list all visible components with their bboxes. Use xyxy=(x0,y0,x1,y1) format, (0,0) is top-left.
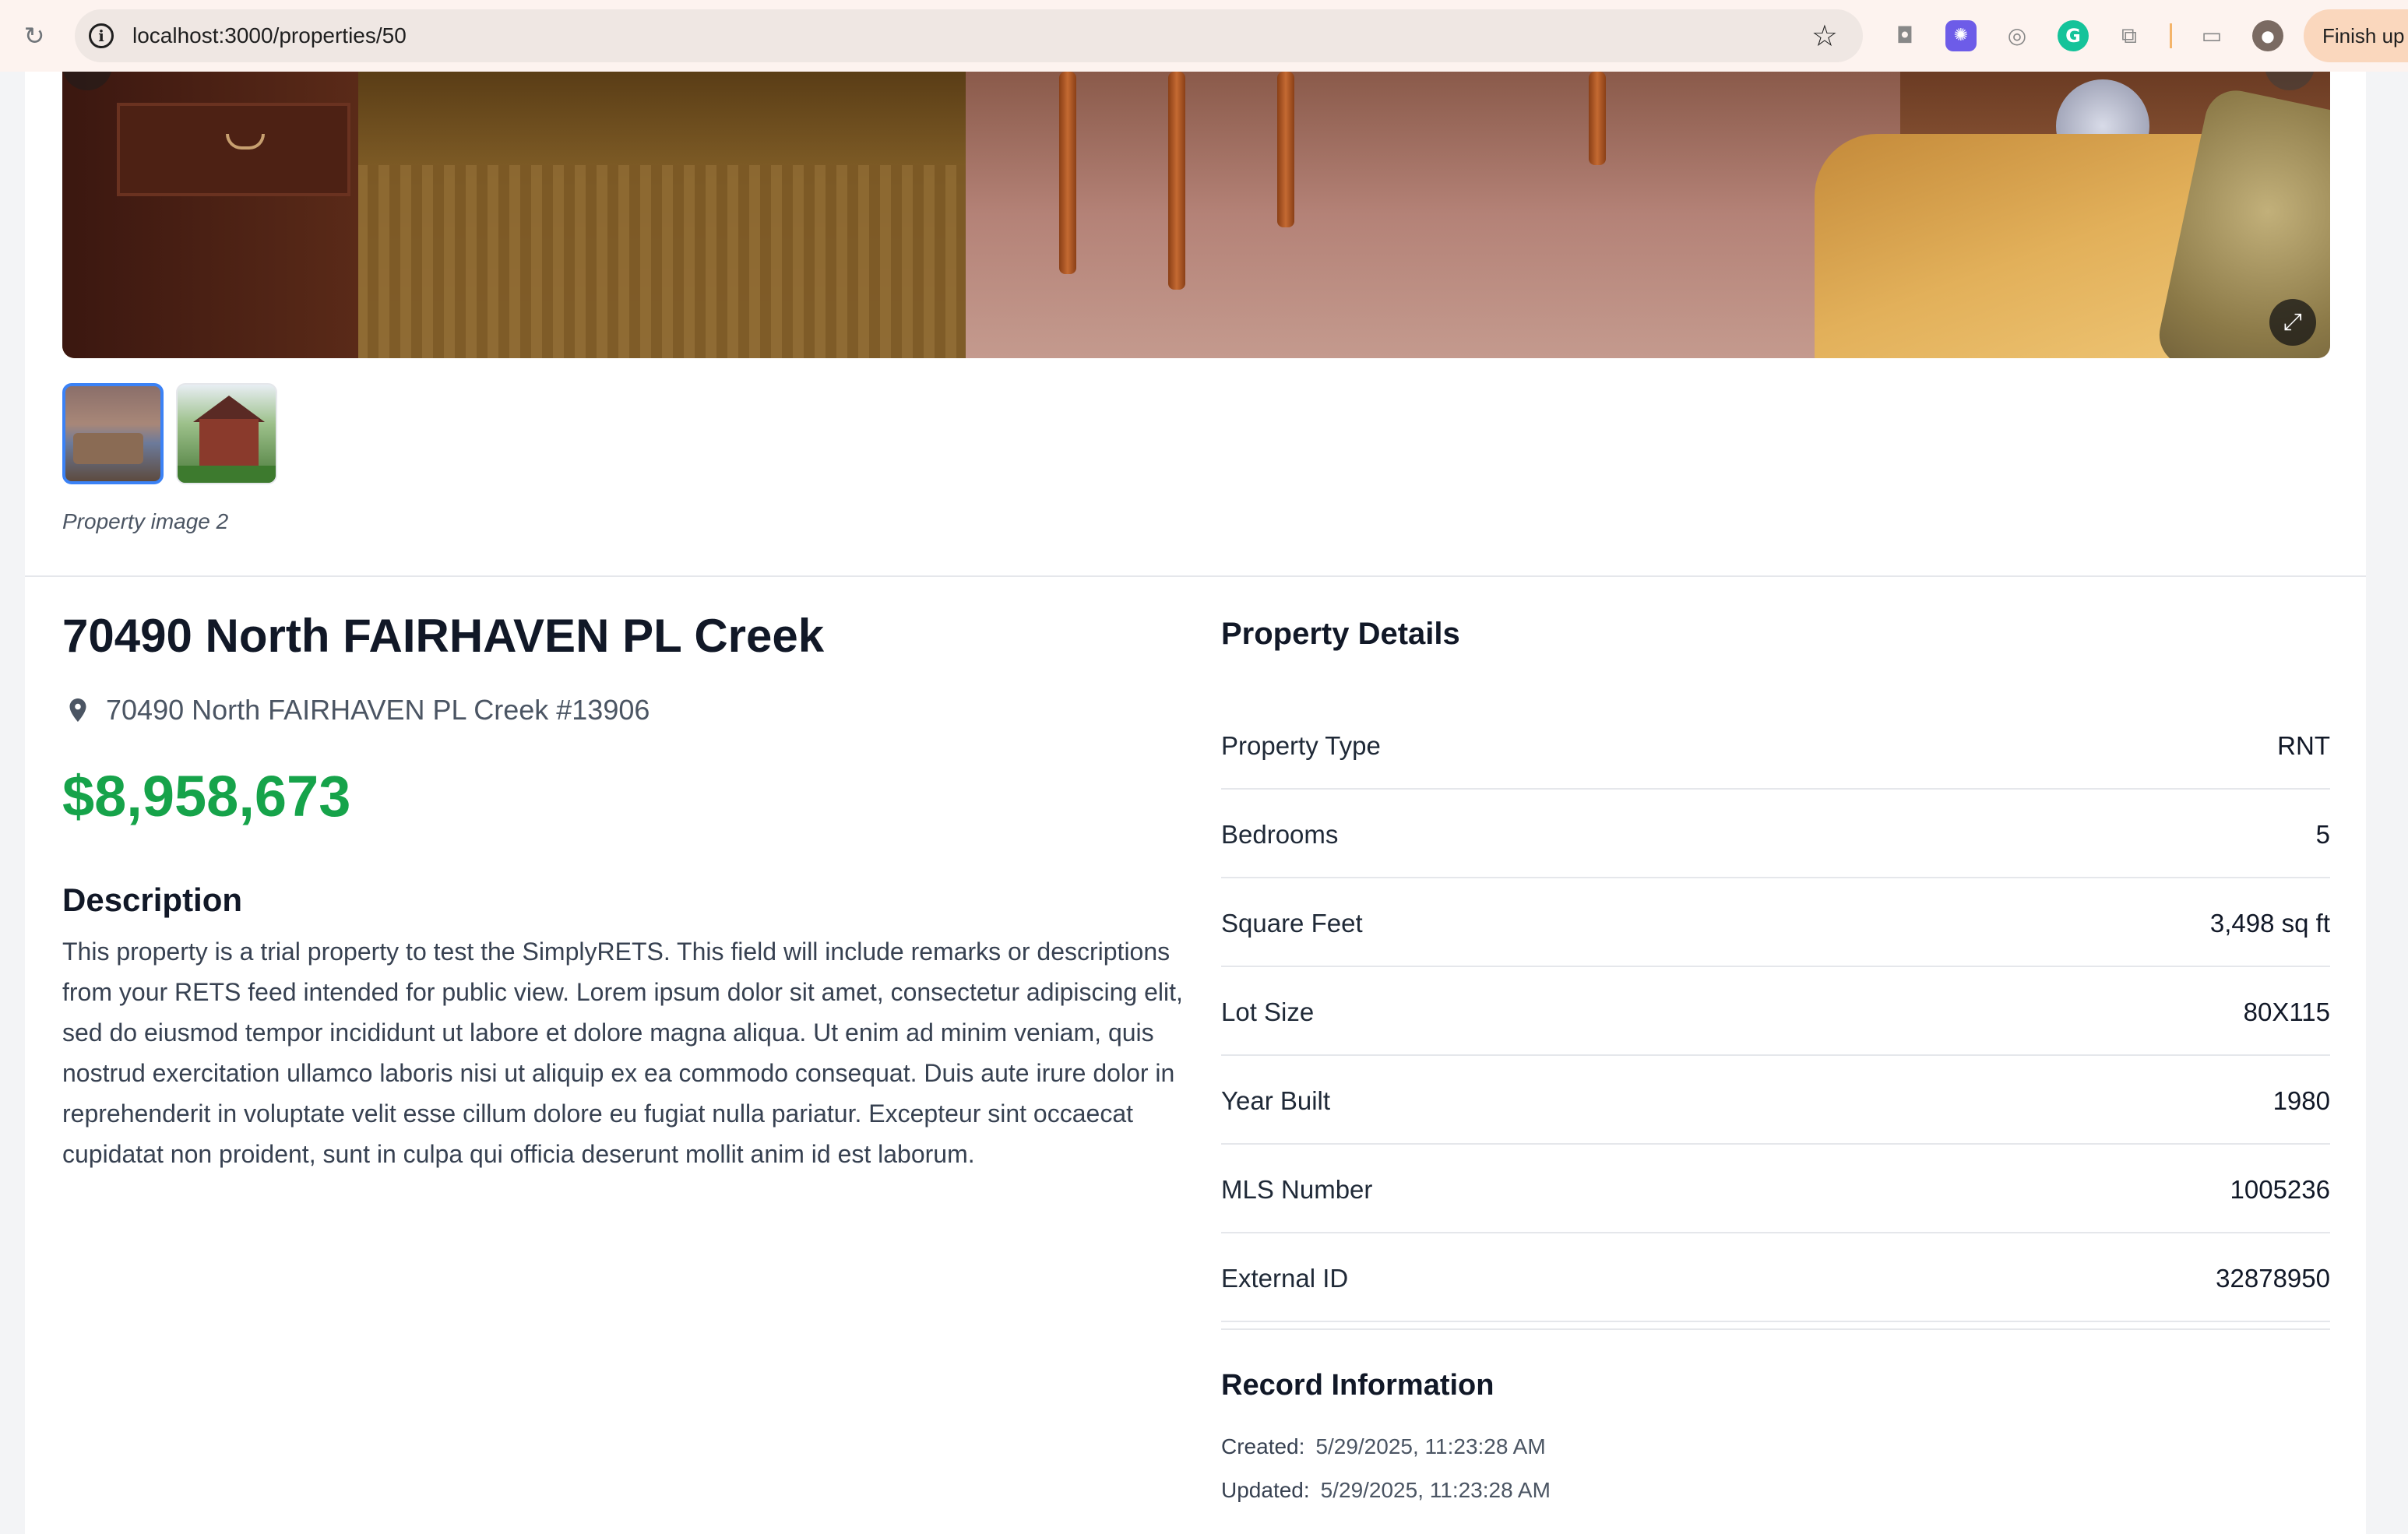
record-divider xyxy=(1221,1328,2330,1330)
section-divider xyxy=(25,575,2366,577)
property-title: 70490 North FAIRHAVEN PL Creek xyxy=(62,610,825,662)
updated-value: 5/29/2025, 11:23:28 AM xyxy=(1320,1478,1551,1502)
purple-extension-icon[interactable]: ✺ xyxy=(1945,20,1977,51)
thumbnail-2-house xyxy=(199,419,259,466)
record-information-heading: Record Information xyxy=(1221,1369,1494,1402)
cast-icon[interactable]: ▭ xyxy=(2196,20,2227,51)
detail-row-mls-number: MLS Number 1005236 xyxy=(1221,1146,2330,1233)
password-extension-icon[interactable]: ◎ xyxy=(2001,20,2033,51)
address-bar[interactable]: i localhost:3000/properties/50 ☆ xyxy=(75,9,1863,62)
detail-value: 1005236 xyxy=(2230,1175,2330,1204)
hero-table-leg xyxy=(1168,72,1185,290)
detail-value: 1980 xyxy=(2272,1086,2330,1115)
updated-label: Updated: xyxy=(1221,1478,1310,1502)
detail-label: Bedrooms xyxy=(1221,820,1339,849)
hero-table-leg xyxy=(1589,72,1606,165)
detail-label: External ID xyxy=(1221,1264,1349,1293)
detail-row-bedrooms: Bedrooms 5 xyxy=(1221,791,2330,878)
fullscreen-icon[interactable]: ⤢ xyxy=(2269,299,2316,346)
record-updated: Updated: 5/29/2025, 11:23:28 AM xyxy=(1221,1478,1551,1503)
url-text[interactable]: localhost:3000/properties/50 xyxy=(132,9,407,62)
detail-value: RNT xyxy=(2277,731,2330,760)
camera-extension-icon[interactable]: ◘ xyxy=(1889,20,1920,51)
detail-row-external-id: External ID 32878950 xyxy=(1221,1235,2330,1322)
property-page: ⤢ Property image 2 70490 North FAIRHAVEN… xyxy=(25,72,2366,1534)
address-text: 70490 North FAIRHAVEN PL Creek #13906 xyxy=(106,694,650,726)
hero-side-table xyxy=(62,72,358,358)
browser-toolbar: ↻ i localhost:3000/properties/50 ☆ ◘ ✺ ◎… xyxy=(0,0,2408,72)
thumbnail-2[interactable] xyxy=(176,383,277,484)
location-pin-icon xyxy=(69,698,86,722)
detail-row-property-type: Property Type RNT xyxy=(1221,702,2330,790)
thumbnail-1-sofa xyxy=(73,433,143,464)
description-heading: Description xyxy=(62,881,243,918)
detail-value: 5 xyxy=(2315,820,2330,849)
property-price: $8,958,673 xyxy=(62,764,351,829)
detail-label: Square Feet xyxy=(1221,909,1363,938)
detail-label: MLS Number xyxy=(1221,1175,1373,1204)
detail-row-lot-size: Lot Size 80X115 xyxy=(1221,969,2330,1056)
created-label: Created: xyxy=(1221,1434,1305,1458)
detail-value: 32878950 xyxy=(2216,1264,2330,1293)
profile-avatar[interactable]: ● xyxy=(2252,20,2283,51)
detail-row-square-feet: Square Feet 3,498 sq ft xyxy=(1221,880,2330,967)
detail-label: Lot Size xyxy=(1221,997,1315,1026)
site-info-icon[interactable]: i xyxy=(89,23,114,48)
thumbnail-2-roof xyxy=(193,396,265,422)
detail-value: 3,498 sq ft xyxy=(2209,909,2330,938)
detail-label: Year Built xyxy=(1221,1086,1331,1115)
next-image-button[interactable] xyxy=(2265,72,2315,90)
hero-image: ⤢ xyxy=(62,72,2330,358)
thumbnail-1[interactable] xyxy=(62,383,164,484)
bookmark-star-icon[interactable]: ☆ xyxy=(1811,19,1838,53)
property-address: 70490 North FAIRHAVEN PL Creek #13906 xyxy=(62,691,650,729)
detail-row-year-built: Year Built 1980 xyxy=(1221,1057,2330,1145)
description-text: This property is a trial property to tes… xyxy=(62,938,1183,1168)
grammarly-icon[interactable]: G xyxy=(2058,20,2089,51)
reload-icon[interactable]: ↻ xyxy=(19,20,50,51)
property-details-heading: Property Details xyxy=(1221,617,1460,651)
detail-label: Property Type xyxy=(1221,731,1381,760)
thumbnail-2-lawn xyxy=(178,466,276,483)
record-created: Created: 5/29/2025, 11:23:28 AM xyxy=(1221,1434,1546,1459)
hero-drawer xyxy=(117,103,350,196)
image-caption: Property image 2 xyxy=(62,509,229,533)
detail-value: 80X115 xyxy=(2243,997,2330,1026)
extensions-puzzle-icon[interactable]: ⧉ xyxy=(2114,20,2145,51)
created-value: 5/29/2025, 11:23:28 AM xyxy=(1315,1434,1546,1458)
hero-table-leg xyxy=(1059,72,1076,274)
hero-carpet xyxy=(966,72,1900,358)
finish-update-button[interactable]: Finish up xyxy=(2304,9,2408,62)
toolbar-divider xyxy=(2170,23,2172,48)
hero-table-leg xyxy=(1277,72,1294,227)
